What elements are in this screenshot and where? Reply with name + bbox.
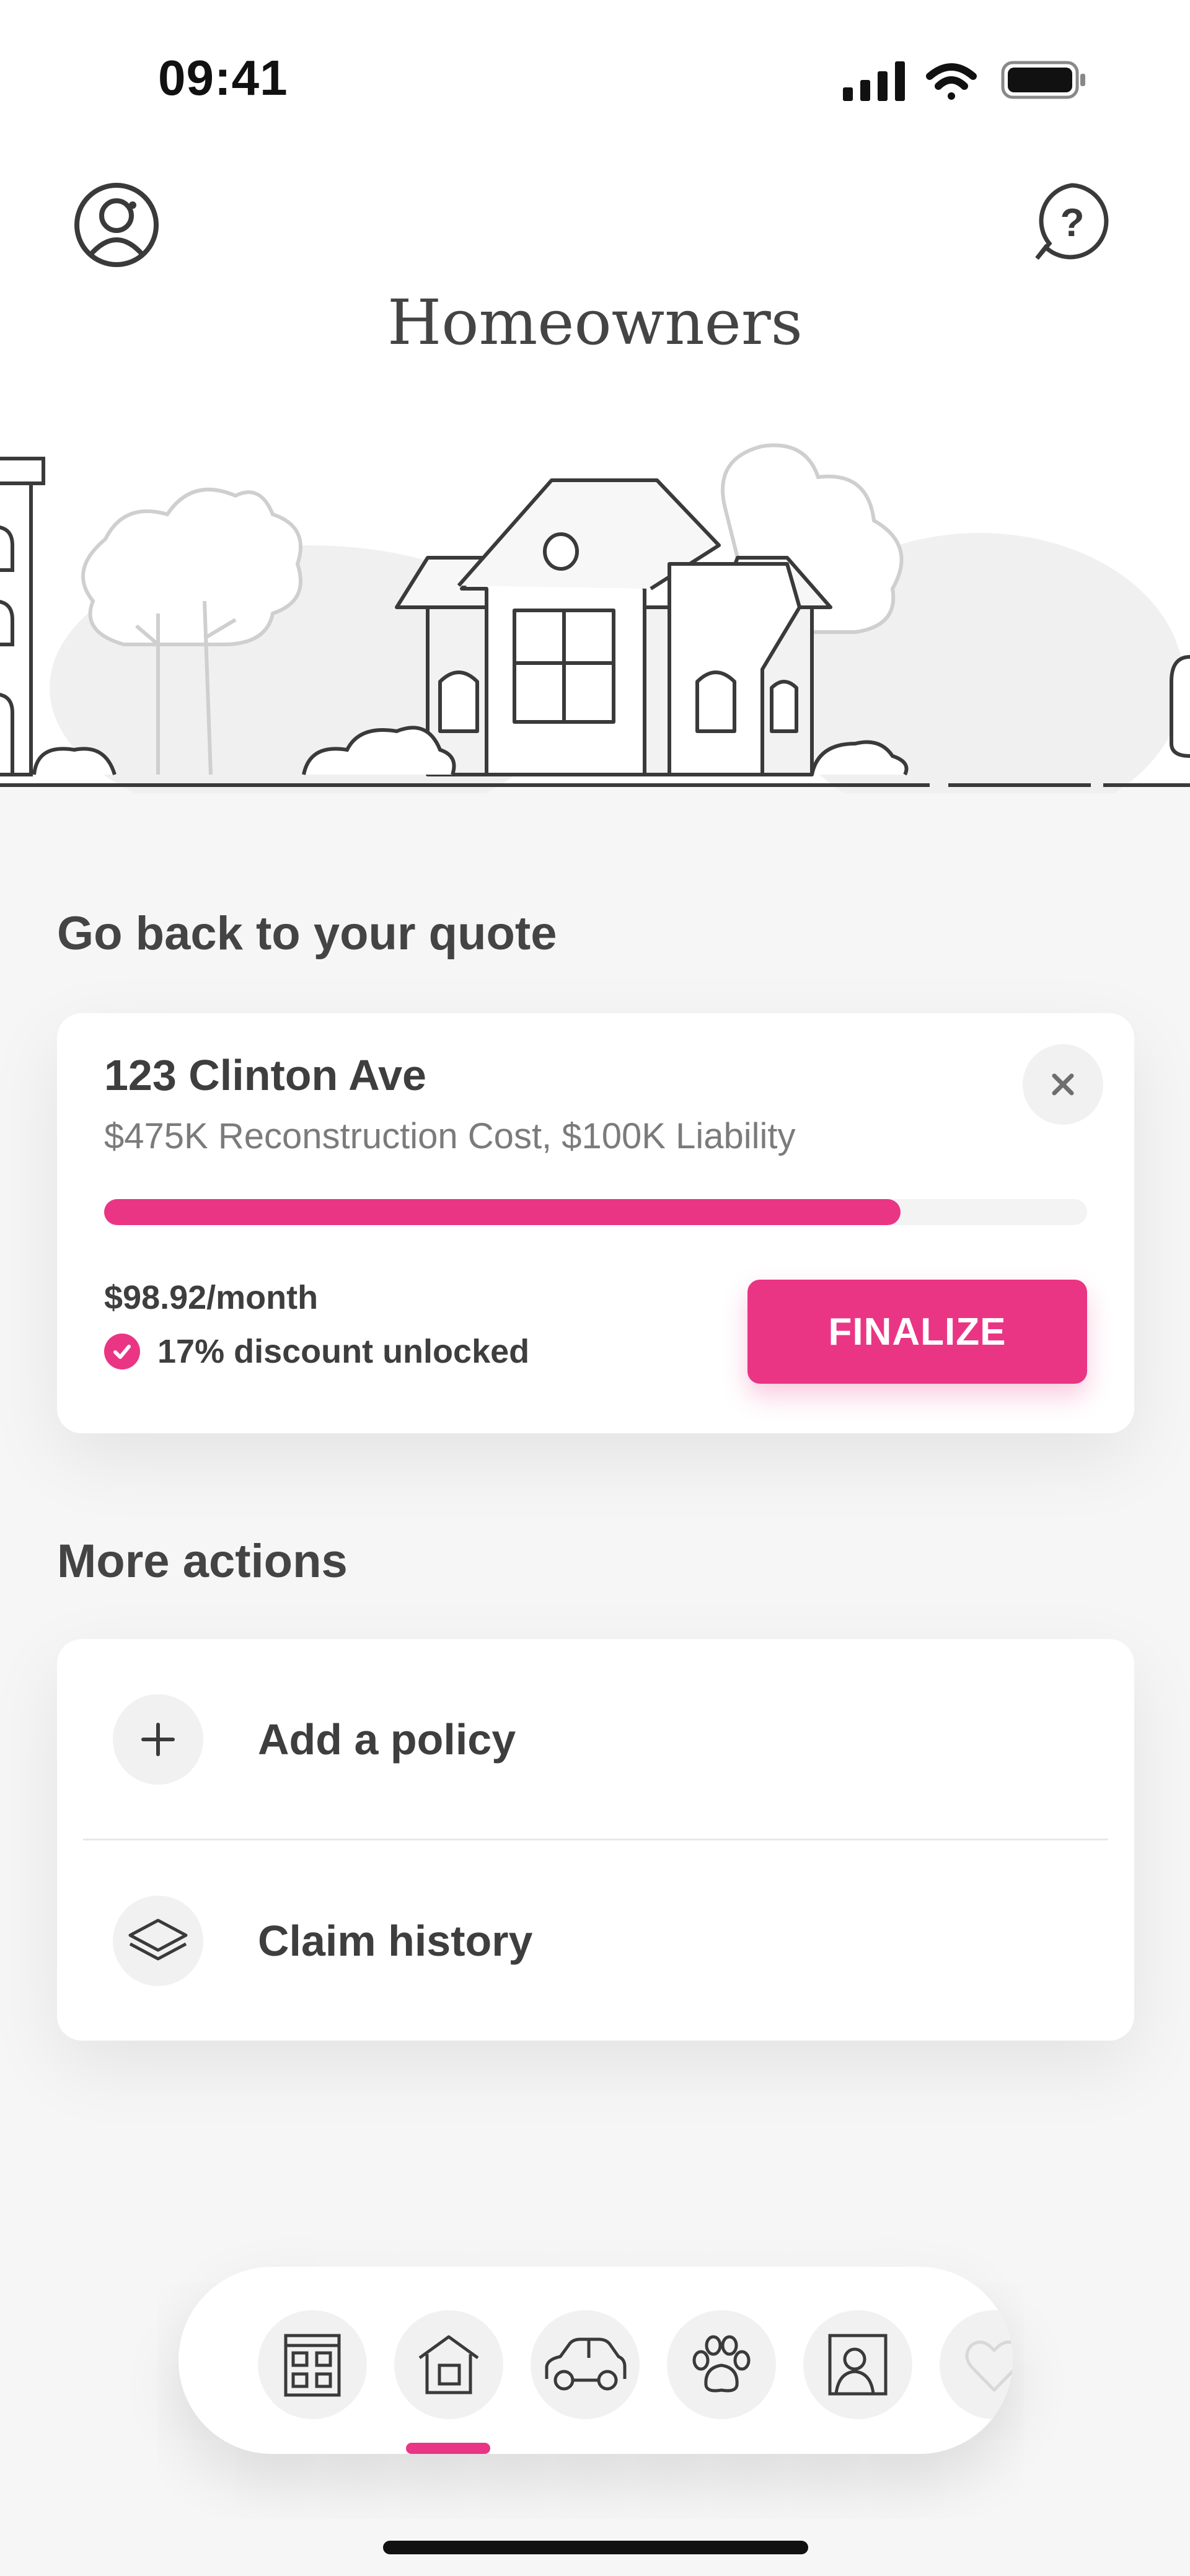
discount-text: 17% discount unlocked xyxy=(157,1333,530,1370)
house-illustration xyxy=(0,443,1190,793)
car-icon xyxy=(545,2337,627,2391)
quote-progress-fill xyxy=(104,1199,901,1225)
help-icon[interactable]: ? xyxy=(1032,182,1113,262)
tab-life[interactable] xyxy=(803,2310,912,2419)
quote-section-heading: Go back to your quote xyxy=(57,907,557,960)
battery-icon xyxy=(1001,61,1085,99)
apartment-icon xyxy=(284,2334,341,2397)
active-tab-indicator xyxy=(406,2443,490,2454)
tab-car[interactable] xyxy=(531,2310,640,2419)
page-title: Homeowners xyxy=(387,286,803,359)
quote-price: $98.92/month xyxy=(104,1279,319,1316)
claim-history-label: Claim history xyxy=(258,1916,533,1965)
home-icon xyxy=(418,2335,479,2394)
profile-icon[interactable] xyxy=(73,182,160,268)
home-indicator xyxy=(383,2541,808,2554)
plus-icon xyxy=(113,1694,203,1785)
status-icons xyxy=(843,61,1085,101)
layers-icon xyxy=(113,1895,203,1986)
add-policy-row[interactable]: Add a policy xyxy=(57,1639,1134,1839)
policy-tab-bar xyxy=(178,2267,1013,2454)
more-actions-heading: More actions xyxy=(57,1535,348,1588)
quote-details: $475K Reconstruction Cost, $100K Liabili… xyxy=(104,1116,796,1156)
wifi-icon xyxy=(926,63,977,100)
portrait-icon xyxy=(828,2334,888,2396)
quote-address: 123 Clinton Ave xyxy=(104,1051,426,1099)
close-icon xyxy=(1052,1073,1074,1096)
paw-icon xyxy=(692,2335,751,2393)
tab-pet[interactable] xyxy=(667,2310,776,2419)
claim-history-row[interactable]: Claim history xyxy=(57,1840,1134,2041)
status-time: 09:41 xyxy=(158,50,288,105)
add-policy-label: Add a policy xyxy=(258,1715,516,1764)
finalize-button[interactable]: FINALIZE xyxy=(747,1280,1087,1384)
heart-icon xyxy=(965,2341,1013,2392)
check-icon xyxy=(104,1334,140,1369)
discount-status: 17% discount unlocked xyxy=(104,1332,529,1371)
signal-icon xyxy=(843,61,905,101)
quote-progress-bar xyxy=(104,1199,1087,1225)
dismiss-quote-button[interactable] xyxy=(1023,1044,1103,1125)
tab-favorites[interactable] xyxy=(940,2310,1013,2419)
tab-home[interactable] xyxy=(394,2310,503,2419)
svg-text:?: ? xyxy=(1060,200,1084,245)
tab-apartment[interactable] xyxy=(258,2310,367,2419)
